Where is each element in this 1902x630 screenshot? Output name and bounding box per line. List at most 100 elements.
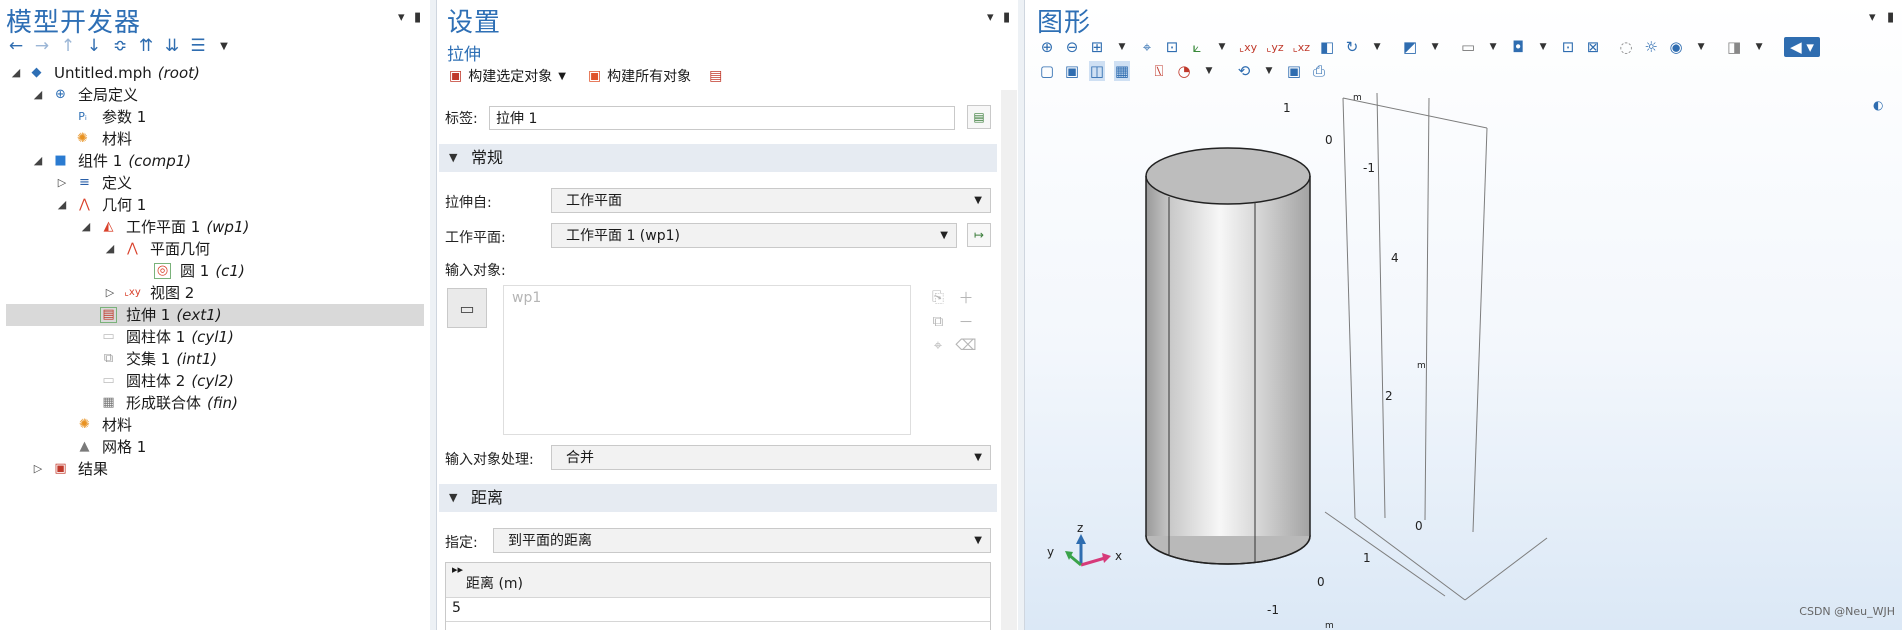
extrude-from-select[interactable]: 工作平面 ▼ [551,188,991,213]
cylinder-surface [1145,147,1311,565]
tree-item-parameters[interactable]: Pᵢ 参数 1 [6,106,424,128]
tree-item-plane-geometry[interactable]: ◢ ⋀ 平面几何 [6,238,424,260]
collapse-arrow-icon[interactable]: ◢ [32,150,44,172]
back-arrow-icon[interactable]: ← [8,36,24,56]
collapse-arrow-icon[interactable]: ◢ [10,62,22,84]
collapse-arrow-icon: ▼ [449,151,458,164]
build-all-button[interactable]: 构建所有对象 [607,66,691,86]
workplane-select[interactable]: 工作平面 1 (wp1) ▼ [551,223,957,248]
go-to-source-button[interactable]: ↦ [967,223,991,247]
collapse-arrow-icon[interactable]: ◢ [104,238,116,260]
collapse-arrow-icon[interactable]: ◢ [80,216,92,238]
input-handling-select[interactable]: 合并 ▼ [551,445,991,470]
collapse-arrow-icon[interactable]: ◢ [56,194,68,216]
tree-item-root[interactable]: ◢ ◆ Untitled.mph (root) [6,62,424,84]
show-icon[interactable]: ≎ [112,36,128,56]
tree-item-global-materials[interactable]: ✺ 材料 [6,128,424,150]
collapse-all-icon[interactable]: ⇊ [164,36,180,56]
z-axis-arrowhead [1076,534,1086,544]
tree-item-circle[interactable]: ◎ 圆 1 (c1) [6,260,424,282]
tree-item-label: 圆柱体 1 [126,328,186,346]
distance-cell[interactable]: 5 [452,600,461,616]
zoom-to-selection-icon[interactable]: ⌖ [929,336,947,354]
tree-item-results[interactable]: ▷ ▣ 结果 [6,458,424,480]
section-general[interactable]: ▼ 常规 [439,144,997,172]
definitions-icon: ≡ [79,175,90,190]
label-edit-button[interactable]: ▤ [967,105,991,129]
tree-item-label: 几何 1 [102,196,147,214]
input-objects-list[interactable]: wp1 [503,285,911,435]
model-icon: ◆ [31,65,42,80]
tree-item-form-union[interactable]: ▦ 形成联合体 (fin) [6,392,424,414]
specify-value: 到平面的距离 [508,533,592,549]
tree-item-cylinder-2[interactable]: ▭ 圆柱体 2 (cyl2) [6,370,424,392]
label-field[interactable]: 拉伸 1 [489,106,955,130]
expand-all-icon[interactable]: ⇈ [138,36,154,56]
copy-selection-icon[interactable]: ⧉ [929,312,947,330]
input-object-item[interactable]: wp1 [512,290,541,306]
tree-item-intersection[interactable]: ⧉ 交集 1 (int1) [6,348,424,370]
clear-selection-icon[interactable]: ⌫ [955,336,976,354]
tree-item-component-materials[interactable]: ✺ 材料 [6,414,424,436]
x-axis-arrow [1080,556,1106,567]
expand-arrow-icon[interactable]: ▷ [56,172,68,194]
axis-grid [1324,92,1548,601]
tree-item-work-plane[interactable]: ◢ ◭ 工作平面 1 (wp1) [6,216,424,238]
section-distance-label: 距离 [471,488,504,507]
add-icon[interactable]: ＋ [957,288,975,307]
remove-icon[interactable]: － [957,312,975,331]
go-to-source-icon: ↦ [973,228,985,242]
tree-item-extrude[interactable]: ▤ 拉伸 1 (ext1) [6,304,424,326]
pin-icon[interactable]: ▮ [414,10,421,25]
tree-item-cylinder-1[interactable]: ▭ 圆柱体 1 (cyl1) [6,326,424,348]
specify-label: 指定: [445,535,478,551]
tree-item-label: 交集 1 [126,350,171,368]
table-row-divider [446,621,990,622]
tree-item-global-definitions[interactable]: ◢ ⊕ 全局定义 [6,84,424,106]
view-icon: ⌞xy [124,287,141,298]
graphics-viewport[interactable]: 1 0 -1 m 4 2 0 m 1 0 -1 m z x y [1025,0,1902,630]
tree-item-label: 平面几何 [150,240,211,258]
expand-arrow-icon[interactable]: ▷ [32,458,44,480]
tree-item-definitions[interactable]: ▷ ≡ 定义 [6,172,424,194]
model-builder-title: 模型开发器 [6,8,142,38]
dropdown-arrow-icon[interactable]: ▼ [558,71,566,82]
settings-scrollbar[interactable] [1001,90,1017,630]
move-down-icon[interactable]: ↓ [86,36,102,56]
workplane-value: 工作平面 1 (wp1) [566,228,680,244]
cylinder-icon: ▭ [102,329,115,344]
tree-item-component[interactable]: ◢ ■ 组件 1 (comp1) [6,150,424,172]
panel-menu-icon[interactable]: ▾ [987,10,994,25]
collapse-arrow-icon[interactable]: ◢ [32,84,44,106]
input-objects-label: 输入对象: [445,263,506,279]
tree-item-mesh[interactable]: ▲ 网格 1 [6,436,424,458]
move-up-icon[interactable]: ↑ [60,36,76,56]
tree-item-tag: (root) [157,64,200,82]
active-toggle-button[interactable]: ▭ [447,288,487,328]
tree-item-view[interactable]: ▷ ⌞xy 视图 2 [6,282,424,304]
pin-icon[interactable]: ▮ [1003,10,1010,25]
tree-item-tag: (cyl1) [191,328,234,346]
distance-table-header: ▸▸ 距离 (m) [446,563,990,598]
panel-menu-icon[interactable]: ▾ [398,10,405,25]
settings-panel: 设置 ▾ ▮ 拉伸 ▣ 构建选定对象 ▼ ▣ 构建所有对象 ▤ 标签: 拉伸 1… [436,0,1020,630]
grid-axis-line [1324,511,1446,597]
tree-options-icon[interactable]: ☰ [190,36,206,56]
fast-forward-icon[interactable]: ▸▸ [452,563,463,576]
build-options-icon[interactable]: ▤ [709,68,722,84]
build-toolbar: ▣ 构建选定对象 ▼ ▣ 构建所有对象 ▤ [449,66,722,86]
paste-selection-icon[interactable]: ⎘ [929,288,947,306]
forward-arrow-icon[interactable]: → [34,36,50,56]
extrude-from-label: 拉伸自: [445,195,492,211]
build-selected-button[interactable]: 构建选定对象 [468,66,552,86]
parameters-icon: Pᵢ [78,110,87,123]
results-icon: ▣ [54,461,67,476]
tree-item-geometry[interactable]: ◢ ⋀ 几何 1 [6,194,424,216]
build-selected-icon[interactable]: ▣ [449,68,462,84]
expand-arrow-icon[interactable]: ▷ [104,282,116,304]
dropdown-arrow-icon[interactable]: ▼ [216,36,232,56]
specify-select[interactable]: 到平面的距离 ▼ [493,528,991,553]
build-all-icon[interactable]: ▣ [588,68,601,84]
section-distance[interactable]: ▼ 距离 [439,484,997,512]
grid-axis-line [1354,517,1466,601]
